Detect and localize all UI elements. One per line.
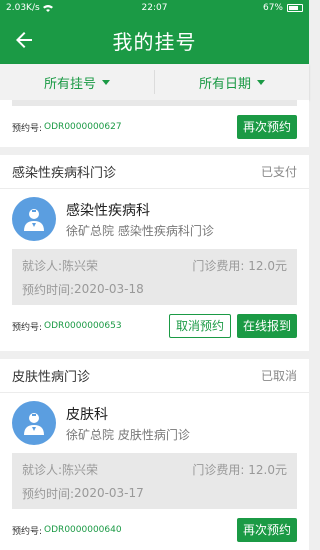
- online-checkin-button[interactable]: 在线报到: [236, 314, 297, 338]
- appointment-card[interactable]: 皮肤性病门诊 已取消 皮肤科 徐矿总院 皮肤性病门诊 就诊人: 陈兴荣 门诊费用…: [0, 359, 309, 550]
- app-bar: 我的挂号: [0, 16, 309, 64]
- filter-date-label: 所有日期: [198, 76, 251, 92]
- order-label: 预约号:: [12, 526, 43, 537]
- info-box: 就诊人: 陈兴荣 门诊费用: 12.0元 预约时间: 2020-03-17: [12, 453, 297, 509]
- battery-icon: [287, 4, 303, 12]
- doctor-icon: [12, 401, 56, 445]
- filter-date-dropdown[interactable]: 所有日期: [155, 64, 309, 100]
- rebook-button[interactable]: 再次预约: [236, 115, 297, 139]
- info-box: 就诊人: 陈兴荣 门诊费用: 12.0元 预约时间: 2020-03-18: [12, 249, 297, 305]
- patient-name: 陈兴荣: [62, 462, 99, 477]
- department-row: 感染性疾病科 徐矿总院 感染性疾病科门诊: [0, 189, 309, 249]
- fee-value: 12.0元: [248, 462, 287, 477]
- arrow-left-icon[interactable]: [12, 28, 36, 52]
- card-gap: [0, 147, 309, 155]
- clock: 22:07: [141, 3, 168, 13]
- appointment-date: 2020-03-18: [74, 282, 144, 296]
- appointment-date: 2020-03-17: [74, 486, 144, 500]
- card-header: 感染性疾病科门诊 已支付: [0, 155, 309, 189]
- clinic-name: 皮肤性病门诊: [12, 370, 91, 385]
- caret-down-icon: [257, 79, 265, 85]
- filter-type-label: 所有挂号: [43, 76, 96, 92]
- caret-down-icon: [102, 79, 110, 85]
- order-row: 预约号: ODR0000000627 再次预约: [0, 106, 309, 148]
- time-label: 预约时间:: [22, 486, 75, 501]
- order-label: 预约号:: [12, 322, 43, 333]
- rebook-button[interactable]: 再次预约: [236, 518, 297, 542]
- patient-name: 陈兴荣: [62, 258, 99, 273]
- order-number: ODR0000000640: [44, 525, 122, 535]
- order-number: ODR0000000653: [44, 321, 122, 331]
- appointment-card: 预约号: ODR0000000627 再次预约: [0, 100, 309, 147]
- clinic-name: 感染性疾病科门诊: [12, 166, 117, 181]
- department-name: 感染性疾病科: [66, 202, 150, 219]
- fee-value: 12.0元: [248, 258, 287, 273]
- department-row: 皮肤科 徐矿总院 皮肤性病门诊: [0, 393, 309, 453]
- hospital-name: 徐矿总院 感染性疾病科门诊: [66, 223, 214, 238]
- page-title: 我的挂号: [112, 29, 197, 54]
- status-badge: 已支付: [260, 165, 297, 179]
- filter-bar: 所有挂号 所有日期: [0, 64, 309, 100]
- card-header: 皮肤性病门诊 已取消: [0, 359, 309, 393]
- order-label: 预约号:: [12, 123, 43, 134]
- appointment-list[interactable]: 预约号: ODR0000000627 再次预约 感染性疾病科门诊 已支付 感染性…: [0, 100, 309, 550]
- status-bar: 2.03K/s 22:07 67%: [0, 0, 309, 16]
- card-gap: [0, 351, 309, 359]
- fee-label: 门诊费用:: [192, 258, 245, 273]
- patient-label: 就诊人:: [22, 258, 63, 273]
- hospital-name: 徐矿总院 皮肤性病门诊: [66, 427, 190, 442]
- order-row: 预约号: ODR0000000640 再次预约: [0, 509, 309, 550]
- fee-label: 门诊费用:: [192, 462, 245, 477]
- order-number: ODR0000000627: [44, 122, 122, 132]
- status-badge: 已取消: [260, 369, 297, 383]
- cancel-appointment-button[interactable]: 取消预约: [168, 314, 231, 338]
- order-row: 预约号: ODR0000000653 取消预约 在线报到: [0, 305, 309, 347]
- time-label: 预约时间:: [22, 282, 75, 297]
- appointment-card[interactable]: 感染性疾病科门诊 已支付 感染性疾病科 徐矿总院 感染性疾病科门诊 就诊人: 陈…: [0, 155, 309, 351]
- department-name: 皮肤科: [66, 406, 108, 423]
- patient-label: 就诊人:: [22, 462, 63, 477]
- doctor-icon: [12, 197, 56, 241]
- filter-type-dropdown[interactable]: 所有挂号: [0, 64, 154, 100]
